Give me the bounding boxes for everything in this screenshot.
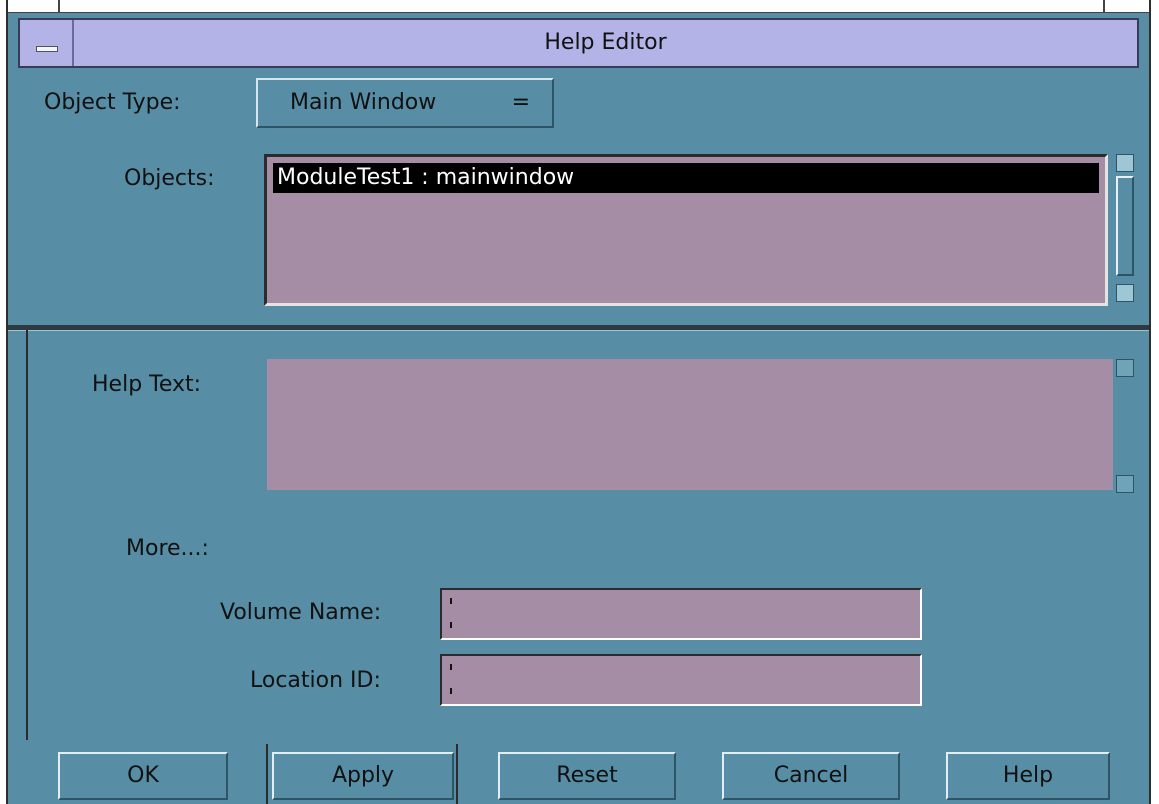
scroll-down-arrow-icon[interactable] <box>1116 284 1134 302</box>
cancel-button[interactable]: Cancel <box>722 752 900 800</box>
help-text-label: Help Text: <box>92 372 202 397</box>
volume-name-field[interactable] <box>440 588 922 640</box>
ok-button[interactable]: OK <box>58 752 228 800</box>
volume-name-label: Volume Name: <box>220 600 382 625</box>
object-type-value: Main Window <box>290 90 437 115</box>
title-bar[interactable]: Help Editor <box>18 18 1139 68</box>
scroll-up-arrow-icon[interactable] <box>1116 359 1134 377</box>
window-frame-top <box>8 0 1149 13</box>
scroll-up-arrow-icon[interactable] <box>1116 154 1134 172</box>
pane-separator[interactable] <box>8 325 1149 331</box>
default-button-frame <box>456 744 458 804</box>
more-label: More...: <box>126 536 209 561</box>
scrollbar-thumb[interactable] <box>1116 176 1134 276</box>
help-text-area[interactable] <box>267 359 1113 490</box>
objects-scrollbar[interactable] <box>1114 154 1140 302</box>
text-cursor <box>450 664 452 670</box>
help-button[interactable]: Help <box>946 752 1110 800</box>
text-cursor <box>450 598 452 604</box>
frame-notch <box>58 0 60 12</box>
location-id-field[interactable] <box>440 654 922 706</box>
object-type-option-menu[interactable]: Main Window = <box>256 78 554 128</box>
default-button-frame <box>266 744 268 804</box>
list-item-selected[interactable]: ModuleTest1 : mainwindow <box>273 163 1099 193</box>
help-text-scrollbar[interactable] <box>1114 359 1140 493</box>
objects-list[interactable]: ModuleTest1 : mainwindow <box>264 154 1108 306</box>
reset-button[interactable]: Reset <box>498 752 676 800</box>
window-menu-button[interactable] <box>20 20 74 66</box>
frame-notch <box>1103 0 1105 12</box>
object-type-label: Object Type: <box>44 90 181 115</box>
apply-button[interactable]: Apply <box>272 752 454 800</box>
window-title: Help Editor <box>544 30 667 55</box>
location-id-label: Location ID: <box>250 668 381 693</box>
option-menu-indicator-icon: = <box>511 90 530 115</box>
help-editor-window: Help Editor Object Type: Main Window = O… <box>6 0 1151 804</box>
pane-border <box>26 330 28 740</box>
objects-label: Objects: <box>124 166 215 191</box>
scroll-down-arrow-icon[interactable] <box>1116 475 1134 493</box>
